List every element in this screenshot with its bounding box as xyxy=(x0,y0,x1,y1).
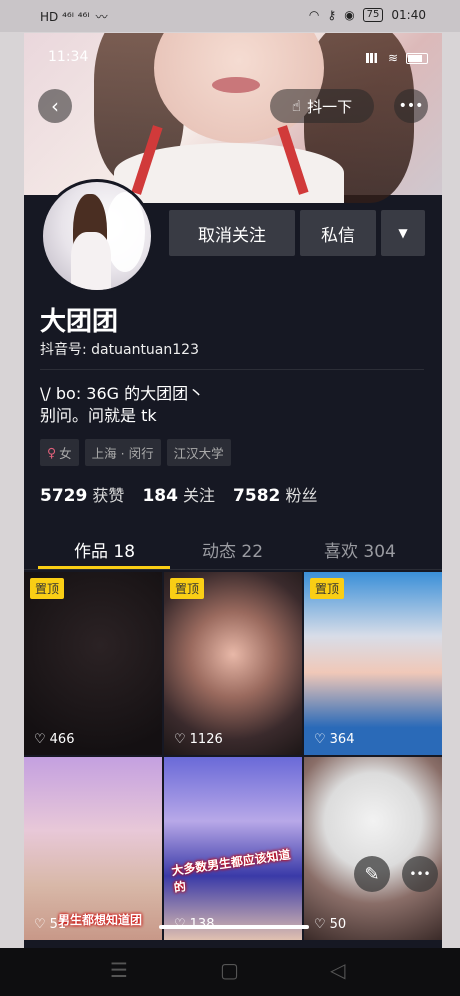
home-indicator xyxy=(159,925,309,929)
more-options-button[interactable]: ▼ xyxy=(381,210,425,256)
female-icon: ♀ xyxy=(47,445,57,460)
stat-likes: 5729 获赞 xyxy=(40,486,125,506)
system-nav-bar: ☰ ▢ ◁ xyxy=(0,948,460,996)
status-time: 01:40 xyxy=(391,8,426,22)
video-tile[interactable]: 置顶 ♡ 364 xyxy=(304,572,442,755)
like-count: ♡ 466 xyxy=(34,732,75,747)
shake-button[interactable]: ☝ 抖一下 xyxy=(270,89,374,123)
wifi-icon: ≋ xyxy=(387,51,398,65)
like-count: ♡ 50 xyxy=(314,917,347,932)
eye-icon: ◉ xyxy=(344,8,355,22)
pinned-badge: 置顶 xyxy=(310,578,345,599)
heart-icon: ♡ xyxy=(174,732,186,747)
stat-following[interactable]: 184 关注 xyxy=(142,482,215,506)
system-status-bar: HD ⁴⁶ᴵ ⁴⁶ᴵ 〰 ◠ ⚷ ◉ 75 01:40 xyxy=(0,0,460,32)
profile-tabs: 作品 18 动态 22 喜欢 304 xyxy=(24,529,442,570)
app-screen: 11:34 ≋ ‹ ☝ 抖一下 ••• 取消关注 私信 ▼ 大团团 抖音号: d… xyxy=(24,33,442,948)
avatar[interactable] xyxy=(40,179,154,293)
tab-likes[interactable]: 喜欢 304 xyxy=(324,537,396,562)
like-count: ♡ 51 xyxy=(34,917,67,932)
heart-icon: ♡ xyxy=(314,917,326,932)
status-right: ◠ ⚷ ◉ 75 01:40 xyxy=(309,8,426,22)
video-caption: 男生都想知道团 xyxy=(58,913,143,927)
profile-bio: \/ bo: 36G 的大团团丶 别问。问就是 tk xyxy=(40,383,204,427)
back-button[interactable]: ‹ xyxy=(38,89,72,123)
edit-button[interactable]: ✎ xyxy=(354,856,390,892)
divider xyxy=(40,369,424,370)
video-tile[interactable]: 男生都想知道团 ♡ 51 xyxy=(24,757,162,940)
battery-indicator: 75 xyxy=(362,8,384,22)
wifi-icon: 〰 xyxy=(95,10,108,24)
signal-icons: HD ⁴⁶ᴵ ⁴⁶ᴵ xyxy=(40,9,90,24)
like-count: ♡ 364 xyxy=(314,732,355,747)
tab-activity[interactable]: 动态 22 xyxy=(202,537,263,562)
profile-stats: 5729 获赞 184 关注 7582 粉丝 xyxy=(40,482,317,506)
heart-icon: ♡ xyxy=(34,732,46,747)
tab-underline xyxy=(38,566,170,569)
signal-icon xyxy=(365,53,380,63)
video-tile[interactable]: ♡ 50 xyxy=(304,757,442,940)
profile-name: 大团团 xyxy=(40,307,119,337)
pencil-icon: ✎ xyxy=(364,863,380,885)
bio-line-1: \/ bo: 36G 的大团团丶 xyxy=(40,384,205,403)
status-left: HD ⁴⁶ᴵ ⁴⁶ᴵ 〰 xyxy=(40,8,108,25)
video-caption: 大多数男生都应该知道的 xyxy=(170,847,292,895)
key-icon: ⚷ xyxy=(327,8,337,22)
profile-tags: ♀ 女 上海 · 闵行 江汉大学 xyxy=(40,439,231,466)
bio-line-2: 别问。问就是 tk xyxy=(40,406,157,425)
stat-followers[interactable]: 7582 粉丝 xyxy=(233,482,317,506)
tag-gender: ♀ 女 xyxy=(40,439,79,466)
headphone-icon: ◠ xyxy=(308,8,320,22)
heart-icon: ♡ xyxy=(34,917,46,932)
douyin-id: 抖音号: datuantuan123 xyxy=(40,342,199,358)
battery-icon xyxy=(406,52,428,64)
video-tile[interactable]: 置顶 ♡ 466 xyxy=(24,572,162,755)
back-arrow-icon: ‹ xyxy=(51,94,59,118)
home-icon[interactable]: ▢ xyxy=(220,958,239,982)
tab-works[interactable]: 作品 18 xyxy=(74,537,135,562)
pinned-badge: 置顶 xyxy=(30,578,65,599)
tag-location: 上海 · 闵行 xyxy=(84,439,161,466)
more-dots-icon: ••• xyxy=(409,867,431,881)
video-tile[interactable]: 大多数男生都应该知道的 ♡138 xyxy=(164,757,302,940)
menu-icon[interactable]: ☰ xyxy=(110,958,128,982)
back-triangle-icon[interactable]: ◁ xyxy=(330,958,345,982)
caret-down-icon: ▼ xyxy=(398,226,408,240)
inner-status-time: 11:34 xyxy=(48,49,89,65)
inner-status-icons: ≋ xyxy=(365,51,428,65)
more-button[interactable]: ••• xyxy=(394,89,428,123)
shake-label: 抖一下 xyxy=(307,97,353,116)
more-actions-button[interactable]: ••• xyxy=(402,856,438,892)
like-count: ♡ 1126 xyxy=(174,732,223,747)
hand-point-icon: ☝ xyxy=(291,97,302,115)
heart-icon: ♡ xyxy=(314,732,326,747)
video-tile[interactable]: 置顶 ♡ 1126 xyxy=(164,572,302,755)
more-dots-icon: ••• xyxy=(398,98,424,114)
unfollow-button[interactable]: 取消关注 xyxy=(169,210,295,256)
message-button[interactable]: 私信 xyxy=(300,210,376,256)
pinned-badge: 置顶 xyxy=(170,578,205,599)
tag-school: 江汉大学 xyxy=(166,439,231,466)
